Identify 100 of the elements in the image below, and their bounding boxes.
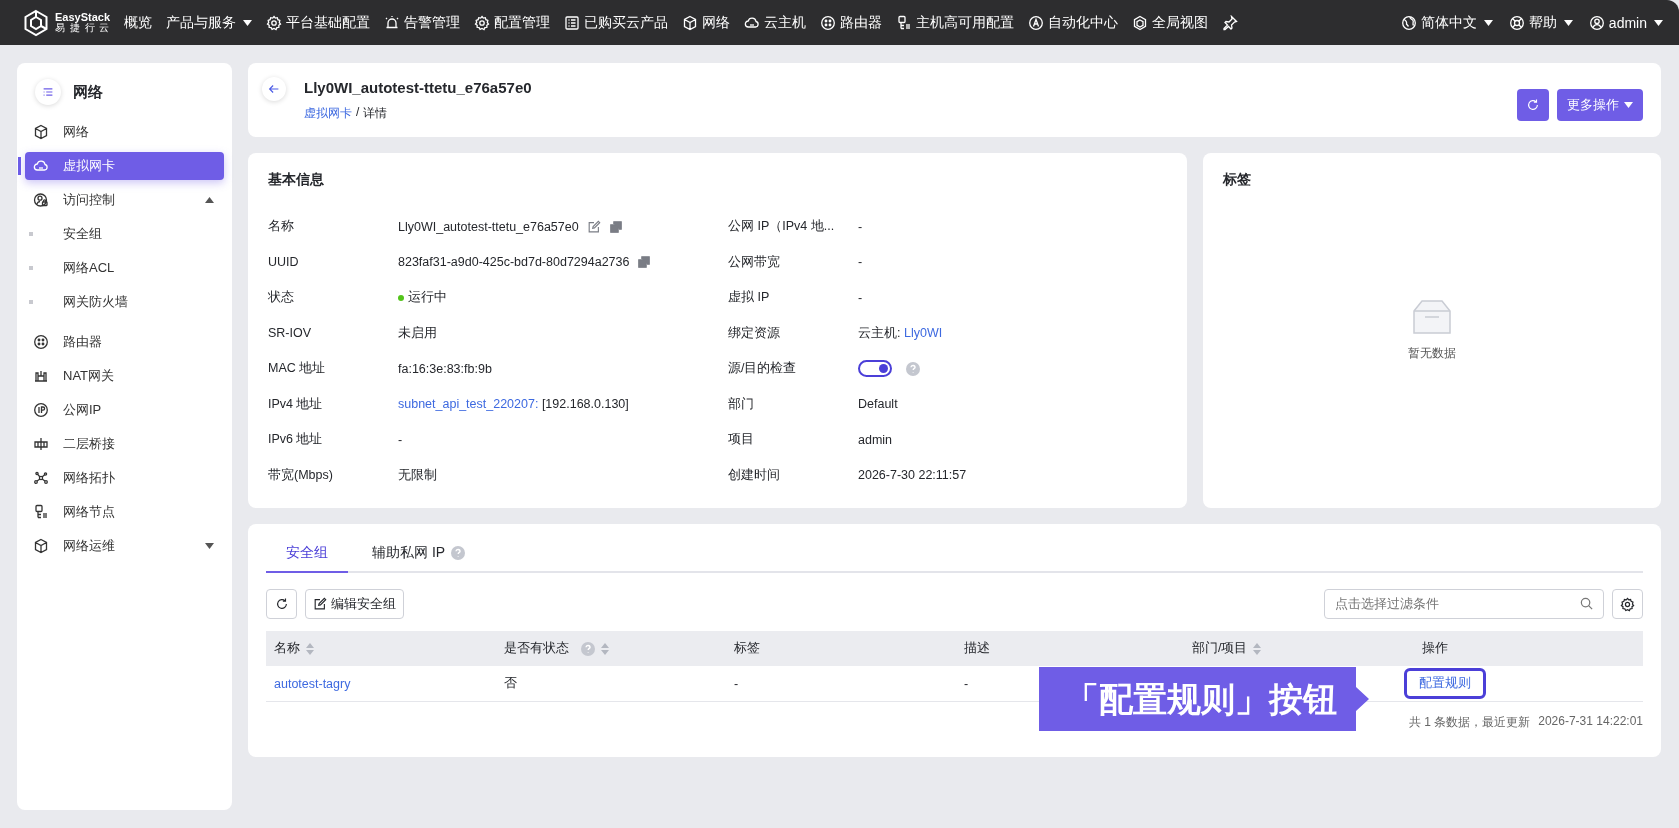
caret-icon [1654,19,1663,26]
nav-menu-item[interactable]: 已购买云产品 [564,13,669,32]
server-icon [896,14,913,31]
caret-icon [205,543,214,549]
column-header[interactable]: 是否有状态 [504,640,569,657]
sidebar-title: 网络 [73,82,103,102]
header-menu-button[interactable]: 帮助 [1508,13,1573,32]
table-cell: 否 [504,675,517,692]
sidebar-item[interactable]: 访问控制 [25,186,224,214]
field-value: 无限制 [398,466,437,484]
edit-security-group-button[interactable]: 编辑安全组 [305,589,404,619]
toggle-switch[interactable] [858,360,892,378]
nav-menu-item[interactable]: 路由器 [820,13,883,32]
caret-icon [1563,19,1573,26]
field-value: Lly0WI_autotest-ttetu_e76a57e0 [398,219,579,234]
field-label: UUID [268,255,300,270]
sidebar-item[interactable]: 网络节点 [25,498,224,526]
sidebar-item[interactable]: 网络运维 [25,532,224,560]
field-value: admin [858,432,893,447]
sidebar-item[interactable]: 公网IP [25,396,224,424]
cube-icon [33,124,49,140]
router-icon [820,14,837,31]
sidebar-item[interactable]: 二层桥接 [25,430,224,458]
callout-label: 「配置规则」按钮 [1039,667,1369,731]
logo-subtitle: 易 捷 行 云 [55,23,111,33]
nav-menu-item[interactable]: 云主机 [744,13,807,32]
breadcrumb-link[interactable]: 虚拟网卡 [304,105,352,122]
column-header: 标签 [734,640,760,657]
settings-button[interactable] [1612,589,1643,619]
field-value: Default [858,397,898,412]
sidebar-subitem[interactable]: 网络ACL [25,254,224,282]
menu-icon [41,85,55,99]
table-cell: - [964,676,969,691]
sidebar-subitem[interactable]: 安全组 [25,220,224,248]
nav-menu-item[interactable]: 平台基础配置 [266,13,371,32]
caret-icon [1483,19,1493,26]
copy-button[interactable] [637,255,652,270]
field-label: IPv6 地址 [268,431,324,449]
column-header: 操作 [1422,640,1448,657]
column-header: 描述 [964,640,990,657]
card-title: 标签 [1223,171,1252,189]
field-label: 源/目的检查 [728,360,798,378]
gear-icon [266,14,283,31]
pin-button[interactable] [1222,14,1239,31]
tab[interactable]: 安全组 [266,538,348,573]
copy-button[interactable] [608,219,623,234]
sidebar-item[interactable]: 虚拟网卡 [25,152,224,180]
copy-icon [637,255,652,270]
nav-menu-item[interactable]: 概览 [124,13,153,32]
record-count: 共 1 条数据，最近更新 [1408,714,1531,731]
nav-menu-item[interactable]: 配置管理 [474,13,551,32]
tab[interactable]: 辅助私网 IP [352,538,486,573]
bullet-icon [29,266,33,270]
globe-icon [1400,14,1417,31]
sidebar-item[interactable]: 路由器 [25,328,224,356]
nav-menu-item[interactable]: 自动化中心 [1028,13,1119,32]
field-label: 公网带宽 [728,253,781,271]
gear-icon [1620,596,1635,612]
header-menu-button[interactable]: admin [1588,14,1663,31]
field-label: IPv4 地址 [268,395,324,413]
logo[interactable]: EasyStack 易 捷 行 云 [22,8,111,37]
sidebar-item[interactable]: 网络 [25,118,224,146]
table-link[interactable]: autotest-tagry [274,676,351,691]
header-menu-button[interactable]: 简体中文 [1400,13,1493,32]
nav-menu-item[interactable]: 产品与服务 [166,13,253,32]
configure-rules-link[interactable]: 配置规则 [1404,668,1486,699]
sidebar-subitem[interactable]: 网关防火墙 [25,288,224,316]
resource-link[interactable]: Lly0WI [903,325,943,340]
field-label: MAC 地址 [268,360,327,378]
hexagon-logo-icon [22,8,50,37]
field-label: 虚拟 IP [728,289,771,307]
nav-menu-item[interactable]: 网络 [682,13,731,32]
nav-menu-item[interactable]: 告警管理 [384,13,461,32]
column-header[interactable]: 名称 [274,640,300,657]
field-value: 云主机: Lly0WI [858,324,943,342]
sidebar-item[interactable]: NAT网关 [25,362,224,390]
nav-menu-item[interactable]: 全局视图 [1132,13,1209,32]
search-field[interactable]: 点击选择过滤条件 [1324,589,1604,619]
hexagon-icon [1132,14,1149,31]
breadcrumb-item: 详情 [363,105,388,122]
field-label: 部门 [728,395,755,413]
edit-button[interactable] [586,219,601,234]
field-value: - [858,290,863,305]
copy-icon [608,219,623,234]
logo-name: EasyStack [55,12,111,23]
last-updated-time: 2026-7-31 14:22:01 [1538,714,1643,730]
refresh-button[interactable] [266,589,297,619]
refresh-button[interactable] [1517,89,1549,121]
column-header[interactable]: 部门/项目 [1192,640,1248,657]
field-label: 公网 IP（IPv4 地... [728,218,836,236]
more-actions-button[interactable]: 更多操作 [1557,89,1643,121]
cube-icon [33,538,49,554]
resource-link[interactable]: subnet_api_test_220207: [398,397,539,412]
field-value: - [398,432,403,447]
user-icon [1588,14,1605,31]
card-title: 基本信息 [268,171,325,189]
sidebar-item[interactable]: 网络拓扑 [25,464,224,492]
nav-menu-item[interactable]: 主机高可用配置 [896,13,1015,32]
empty-state-text: 暂无数据 [1408,345,1456,362]
cloud-icon [33,158,49,174]
